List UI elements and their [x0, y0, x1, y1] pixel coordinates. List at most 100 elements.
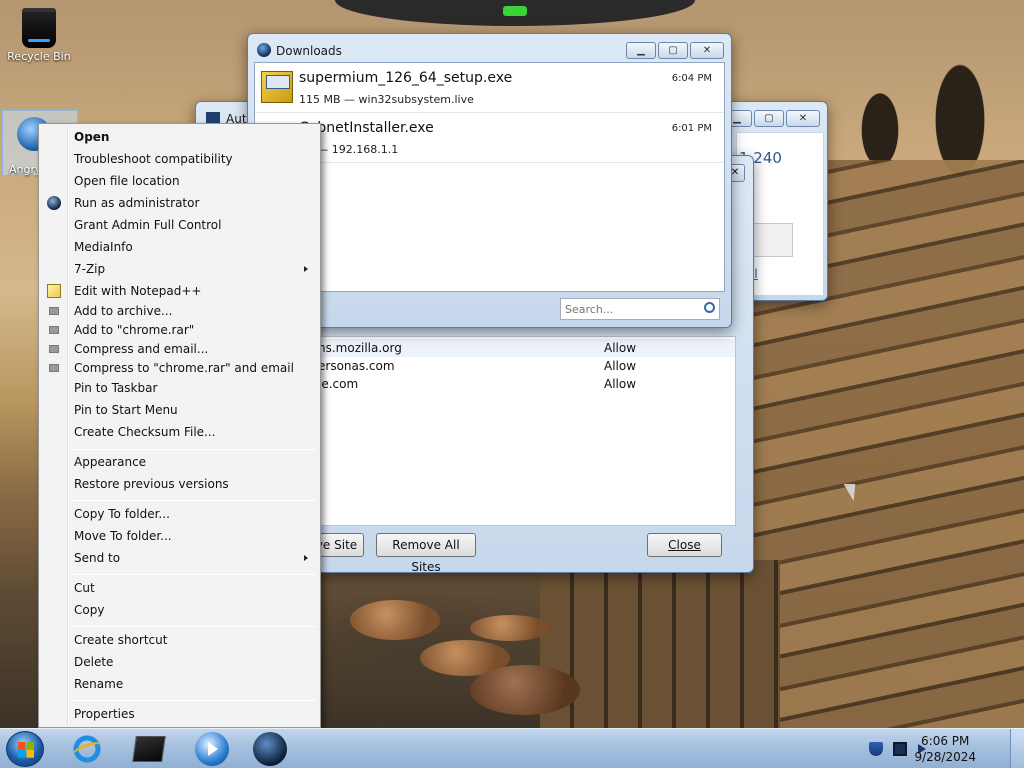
menu-item-grant-admin-full-control[interactable]: Grant Admin Full Control: [41, 214, 318, 236]
menu-item-properties[interactable]: Properties: [41, 703, 318, 725]
menu-item-label: Copy: [74, 603, 105, 617]
menu-item-label: Compress and email...: [74, 342, 209, 356]
context-menu[interactable]: Open Troubleshoot compatibility Open fil…: [38, 123, 321, 728]
run-as-admin-icon: [47, 196, 61, 210]
menu-item-label: Move To folder...: [74, 529, 172, 543]
menu-item-label: Pin to Taskbar: [74, 381, 158, 395]
menu-item-open[interactable]: Open: [41, 126, 318, 148]
browser-globe-icon[interactable]: [253, 732, 287, 766]
recycle-bin-icon: [22, 8, 56, 48]
menu-item-move-to-folder[interactable]: Move To folder...: [41, 525, 318, 547]
site-cell: ns.mozilla.org: [318, 341, 402, 355]
start-button[interactable]: [6, 731, 44, 767]
menu-item-pin-to-start-menu[interactable]: Pin to Start Menu: [41, 399, 318, 421]
menu-item-appearance[interactable]: Appearance: [41, 451, 318, 473]
search-icon[interactable]: [704, 302, 715, 313]
menu-item-troubleshoot-compatibility[interactable]: Troubleshoot compatibility: [41, 148, 318, 170]
rar-icon: [49, 364, 59, 372]
menu-item-run-as-administrator[interactable]: Run as administrator: [41, 192, 318, 214]
maximize-button[interactable]: ▢: [658, 42, 688, 59]
table-row[interactable]: ns.mozilla.org Allow: [254, 339, 735, 357]
list-item[interactable]: supermium_126_64_setup.exe 115 MB — win3…: [255, 63, 724, 113]
recycle-bin[interactable]: Recycle Bin: [3, 2, 75, 63]
minimize-button[interactable]: ▁: [626, 42, 656, 59]
status-cell: Allow: [604, 377, 637, 391]
rar-icon: [49, 345, 59, 353]
status-cell: Allow: [604, 341, 637, 355]
menu-item-rename[interactable]: Rename: [41, 673, 318, 695]
media-player-icon[interactable]: [195, 732, 229, 766]
menu-item-copy-to-folder[interactable]: Copy To folder...: [41, 503, 318, 525]
menu-item-label: Open: [74, 130, 110, 144]
rar-icon: [49, 307, 59, 315]
menu-item-compress-to-chrome-rar-and-email[interactable]: Compress to "chrome.rar" and email: [41, 357, 318, 379]
table-row[interactable]: le.com Allow: [254, 375, 735, 393]
search-input[interactable]: [561, 299, 691, 319]
search-box[interactable]: [560, 298, 720, 320]
installer-package-icon: [261, 71, 293, 103]
taskbar: 6:06 PM 9/28/2024: [0, 728, 1024, 768]
menu-item-label: Create shortcut: [74, 633, 168, 647]
menu-item-label: Add to archive...: [74, 304, 173, 318]
menu-item-label: MediaInfo: [74, 240, 133, 254]
submenu-arrow-icon: [304, 555, 308, 561]
menu-item-restore-previous-versions[interactable]: Restore previous versions: [41, 473, 318, 495]
wallpaper-rock: [470, 665, 580, 715]
menu-separator: [72, 500, 316, 501]
menu-item-label: Edit with Notepad++: [74, 284, 202, 298]
menu-item-label: 7-Zip: [74, 262, 106, 276]
menu-item-open-file-location[interactable]: Open file location: [41, 170, 318, 192]
menu-separator: [72, 574, 316, 575]
system-clock[interactable]: 6:06 PM 9/28/2024: [914, 733, 976, 765]
table-row[interactable]: ersonas.com Allow: [254, 357, 735, 375]
menu-item-label: Delete: [74, 655, 114, 669]
recycle-bin-label: Recycle Bin: [7, 50, 71, 63]
menu-item-label: Cut: [74, 581, 95, 595]
remove-all-sites-button[interactable]: Remove All Sites: [376, 533, 476, 574]
menu-item-cut[interactable]: Cut: [41, 577, 318, 599]
download-name: supermium_126_64_setup.exe: [299, 70, 513, 86]
browser-globe-icon: [257, 43, 271, 57]
clock-time: 6:06 PM: [921, 734, 970, 748]
submenu-arrow-icon: [304, 266, 308, 272]
monitor-icon[interactable]: [893, 742, 907, 756]
list-item[interactable]: CabnetInstaller.exe KB — 192.168.1.1 6:0…: [255, 113, 724, 163]
menu-item-label: Send to: [74, 551, 121, 565]
menu-item-mediainfo[interactable]: MediaInfo: [41, 236, 318, 258]
menu-item-label: Create Checksum File...: [74, 425, 216, 439]
status-cell: Allow: [604, 359, 637, 373]
menu-item-label: Run as administrator: [74, 196, 200, 210]
menu-separator: [72, 449, 316, 450]
wallpaper-rock: [350, 600, 440, 640]
downloads-list[interactable]: supermium_126_64_setup.exe 115 MB — win3…: [254, 62, 725, 292]
wallpaper-rock: [470, 615, 550, 641]
close-dialog-button[interactable]: Close: [647, 533, 722, 557]
menu-item-edit-with-notepad[interactable]: Edit with Notepad++: [41, 280, 318, 302]
show-desktop-button[interactable]: [1010, 729, 1024, 768]
menu-item-label: Properties: [74, 707, 135, 721]
menu-item-pin-to-taskbar[interactable]: Pin to Taskbar: [41, 377, 318, 399]
window-caption-buttons: ▁ ▢ ✕: [626, 42, 724, 59]
download-time: 6:04 PM: [671, 73, 712, 84]
menu-item-delete[interactable]: Delete: [41, 651, 318, 673]
download-time: 6:01 PM: [671, 123, 712, 134]
command-prompt-icon[interactable]: [132, 736, 166, 762]
permissions-list[interactable]: ns.mozilla.org Allow ersonas.com Allow l…: [253, 336, 736, 526]
menu-separator: [72, 626, 316, 627]
gadget-led-icon: [503, 6, 527, 16]
menu-item-label: Compress to "chrome.rar" and email: [74, 361, 294, 375]
menu-item-create-shortcut[interactable]: Create shortcut: [41, 629, 318, 651]
close-button[interactable]: ✕: [690, 42, 724, 59]
close-button[interactable]: ✕: [786, 110, 820, 127]
menu-item-label: Copy To folder...: [74, 507, 170, 521]
menu-item-send-to[interactable]: Send to: [41, 547, 318, 569]
menu-item-copy[interactable]: Copy: [41, 599, 318, 621]
window-title: Downloads: [276, 44, 342, 58]
download-meta: 115 MB — win32subsystem.live: [299, 93, 474, 106]
maximize-button[interactable]: ▢: [754, 110, 784, 127]
menu-item-create-checksum-file[interactable]: Create Checksum File...: [41, 421, 318, 443]
menu-item-7zip[interactable]: 7-Zip: [41, 258, 318, 280]
menu-item-label: Restore previous versions: [74, 477, 229, 491]
shield-icon[interactable]: [869, 742, 883, 756]
internet-explorer-icon[interactable]: [70, 732, 104, 766]
